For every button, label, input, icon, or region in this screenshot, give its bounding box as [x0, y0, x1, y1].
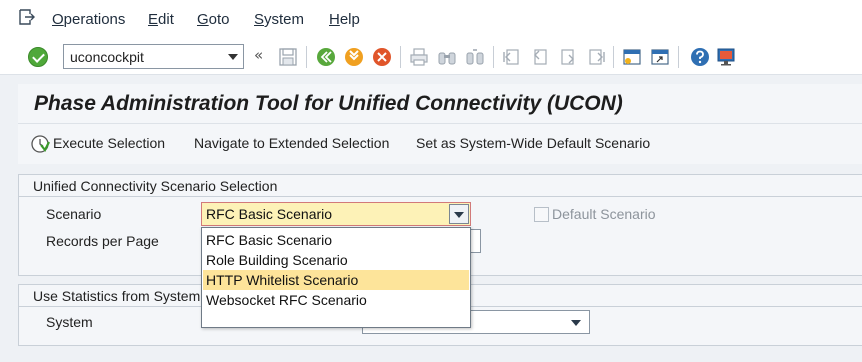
enter-check-icon[interactable]	[28, 47, 48, 67]
execute-icon[interactable]	[30, 134, 50, 154]
records-per-page-label: Records per Page	[46, 233, 159, 249]
exit-icon[interactable]	[344, 47, 364, 67]
cancel-icon[interactable]	[372, 47, 392, 67]
system-toolbar: «	[0, 38, 862, 75]
menu-system[interactable]: System	[254, 11, 304, 28]
menu-goto[interactable]: Goto	[197, 11, 230, 28]
menu-operations-mnemonic: O	[52, 11, 64, 28]
menu-help-label: elp	[339, 11, 360, 28]
page-title: Phase Administration Tool for Unified Co…	[34, 92, 623, 115]
toolbar-separator	[400, 46, 401, 68]
command-field[interactable]	[63, 44, 244, 69]
menu-help[interactable]: Help	[329, 11, 360, 28]
bottom-strip	[18, 346, 862, 362]
menu-system-mnemonic: S	[254, 11, 265, 28]
scenario-selection-group-header: Unified Connectivity Scenario Selection	[19, 175, 862, 197]
create-session-icon[interactable]	[622, 47, 642, 67]
scenario-option-rfc-basic[interactable]: RFC Basic Scenario	[203, 230, 469, 250]
toolbar-separator	[613, 46, 614, 68]
menu-edit-mnemonic: E	[148, 11, 159, 28]
last-page-icon[interactable]	[586, 47, 606, 67]
scenario-dropdown-list: RFC Basic Scenario Role Building Scenari…	[201, 227, 471, 328]
set-system-default-scenario-button[interactable]: Set as System-Wide Default Scenario	[416, 135, 650, 151]
menu-help-mnemonic: H	[329, 11, 340, 28]
menu-edit-label: dit	[158, 11, 174, 28]
scenario-label: Scenario	[46, 206, 102, 222]
menu-system-label: ystem	[264, 11, 305, 28]
customize-layout-icon[interactable]	[716, 47, 736, 67]
scenario-select[interactable]: RFC Basic Scenario	[201, 202, 471, 226]
scenario-dropdown-button[interactable]	[449, 204, 469, 224]
toolbar-separator	[306, 46, 307, 68]
scenario-selection-group-title: Unified Connectivity Scenario Selection	[33, 178, 278, 194]
scenario-option-http-whitelist[interactable]: HTTP Whitelist Scenario	[203, 270, 469, 290]
menu-edit[interactable]: Edit	[148, 11, 174, 28]
menu-bar: Operations Edit Goto System Help	[0, 0, 862, 38]
menu-operations-label: perations	[63, 11, 126, 28]
application-toolbar: Execute Selection Navigate to Extended S…	[18, 124, 862, 164]
title-bar: Phase Administration Tool for Unified Co…	[18, 84, 862, 124]
execute-selection-button[interactable]: Execute Selection	[53, 135, 165, 151]
find-next-icon[interactable]	[465, 47, 485, 67]
system-dropdown-arrow-icon[interactable]	[571, 320, 581, 326]
next-page-icon[interactable]	[558, 47, 578, 67]
system-label: System	[46, 314, 93, 330]
help-icon[interactable]	[690, 47, 710, 67]
print-icon[interactable]	[409, 47, 429, 67]
default-scenario-label: Default Scenario	[552, 206, 656, 222]
command-input[interactable]	[64, 45, 224, 68]
menu-exit-icon[interactable]	[18, 8, 36, 26]
use-statistics-group-title: Use Statistics from System	[33, 288, 201, 304]
toolbar-separator	[493, 46, 494, 68]
scenario-option-websocket-rfc[interactable]: Websocket RFC Scenario	[203, 290, 469, 310]
back-icon[interactable]	[316, 47, 336, 67]
command-history-arrow-icon[interactable]	[228, 54, 238, 60]
menu-goto-label: oto	[208, 11, 230, 28]
navigate-extended-selection-button[interactable]: Navigate to Extended Selection	[194, 135, 389, 151]
save-icon[interactable]	[278, 47, 298, 67]
scenario-select-value: RFC Basic Scenario	[206, 206, 333, 222]
create-shortcut-icon[interactable]	[650, 47, 670, 67]
menu-goto-mnemonic: G	[197, 11, 209, 28]
menu-operations[interactable]: Operations	[52, 11, 125, 28]
find-icon[interactable]	[437, 47, 457, 67]
scenario-option-role-building[interactable]: Role Building Scenario	[203, 250, 469, 270]
collapse-command-icon[interactable]: «	[254, 46, 263, 64]
toolbar-separator	[678, 46, 679, 68]
first-page-icon[interactable]	[502, 47, 522, 67]
default-scenario-checkbox[interactable]	[534, 207, 549, 222]
previous-page-icon[interactable]	[530, 47, 550, 67]
